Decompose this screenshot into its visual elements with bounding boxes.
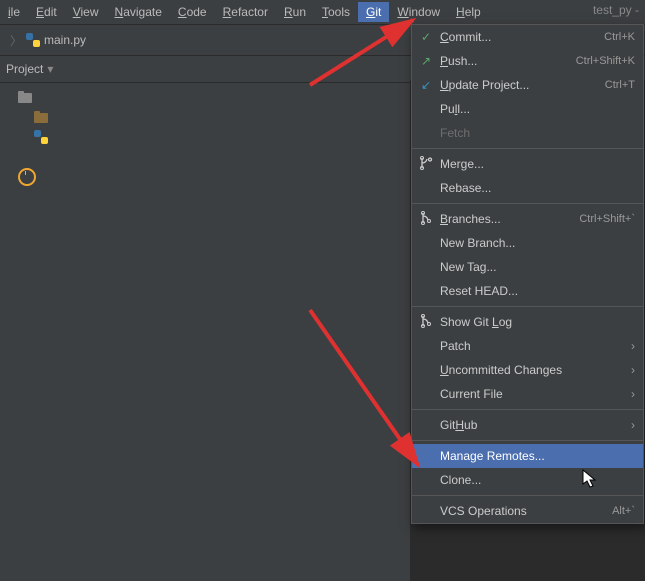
- git-menu-commit[interactable]: ✓ Commit... Ctrl+K: [412, 25, 643, 49]
- git-menu-clone[interactable]: Clone...: [412, 468, 643, 492]
- folder-icon: [34, 111, 48, 123]
- menu-view[interactable]: View: [65, 2, 107, 22]
- menu-shortcut: Alt+`: [612, 505, 635, 517]
- git-menu-rebase[interactable]: Rebase...: [412, 176, 643, 200]
- python-file-icon: [34, 130, 48, 144]
- python-file-icon: [26, 33, 40, 47]
- git-menu-branches[interactable]: Branches... Ctrl+Shift+`: [412, 207, 643, 231]
- menu-item-label: New Tag...: [440, 260, 496, 274]
- menu-edit[interactable]: Edit: [28, 2, 65, 22]
- menu-item-label: Rebase...: [440, 181, 491, 195]
- menu-item-label: Show Git Log: [440, 315, 512, 329]
- menu-item-label: GitHub: [440, 418, 477, 432]
- menu-item-label: Update Project...: [440, 78, 529, 92]
- git-menu-patch[interactable]: Patch ›: [412, 334, 643, 358]
- push-icon: ↗: [418, 54, 434, 68]
- project-tool-title: Project: [6, 62, 43, 76]
- menu-git[interactable]: Git: [358, 2, 389, 22]
- git-menu-push[interactable]: ↗ Push... Ctrl+Shift+K: [412, 49, 643, 73]
- menu-item-label: Pull...: [440, 102, 470, 116]
- menu-refactor[interactable]: Refactor: [215, 2, 276, 22]
- scratches-icon: [18, 168, 36, 186]
- branch-icon: [418, 314, 434, 331]
- git-menu-show-git-log[interactable]: Show Git Log: [412, 310, 643, 334]
- folder-icon: [18, 91, 32, 103]
- menu-ile[interactable]: ile: [0, 2, 28, 22]
- menu-item-label: Merge...: [440, 157, 484, 171]
- menu-separator: [412, 440, 643, 441]
- menu-separator: [412, 203, 643, 204]
- window-title: test_py -: [593, 3, 639, 17]
- menu-item-label: Patch: [440, 339, 471, 353]
- submenu-arrow-icon: ›: [631, 339, 635, 353]
- menu-item-label: Push...: [440, 54, 477, 68]
- menu-shortcut: Ctrl+T: [605, 79, 635, 91]
- dropdown-icon[interactable]: ▾: [47, 62, 53, 76]
- commit-icon: ✓: [418, 30, 434, 44]
- git-menu-new-tag[interactable]: New Tag...: [412, 255, 643, 279]
- breadcrumb-file[interactable]: main.py: [44, 33, 86, 47]
- menu-separator: [412, 495, 643, 496]
- menu-help[interactable]: Help: [448, 2, 489, 22]
- menu-item-label: VCS Operations: [440, 504, 527, 518]
- git-menu-current-file[interactable]: Current File ›: [412, 382, 643, 406]
- menu-navigate[interactable]: Navigate: [107, 2, 170, 22]
- menu-item-label: New Branch...: [440, 236, 515, 250]
- git-menu-manage-remotes[interactable]: Manage Remotes...: [412, 444, 643, 468]
- menu-tools[interactable]: Tools: [314, 2, 358, 22]
- submenu-arrow-icon: ›: [631, 387, 635, 401]
- git-menu-github[interactable]: GitHub ›: [412, 413, 643, 437]
- branch-icon: [418, 211, 434, 228]
- update-icon: ↙: [418, 78, 434, 92]
- git-menu-pull[interactable]: Pull...: [412, 97, 643, 121]
- menu-shortcut: Ctrl+Shift+`: [579, 213, 635, 225]
- menu-separator: [412, 148, 643, 149]
- git-menu-update-project[interactable]: ↙ Update Project... Ctrl+T: [412, 73, 643, 97]
- git-menu-fetch: Fetch: [412, 121, 643, 145]
- submenu-arrow-icon: ›: [631, 363, 635, 377]
- git-menu-reset-head[interactable]: Reset HEAD...: [412, 279, 643, 303]
- menu-item-label: Current File: [440, 387, 503, 401]
- menu-shortcut: Ctrl+Shift+K: [576, 55, 635, 67]
- git-menu-popup: ✓ Commit... Ctrl+K ↗ Push... Ctrl+Shift+K ↙ Upd…: [411, 24, 644, 524]
- merge-icon: [418, 156, 434, 173]
- menu-bar: ileEditViewNavigateCodeRefactorRunToolsG…: [0, 0, 645, 25]
- menu-run[interactable]: Run: [276, 2, 314, 22]
- git-menu-vcs-operations[interactable]: VCS Operations Alt+`: [412, 499, 643, 523]
- menu-item-label: Uncommitted Changes: [440, 363, 562, 377]
- menu-item-label: Manage Remotes...: [440, 449, 545, 463]
- menu-code[interactable]: Code: [170, 2, 215, 22]
- breadcrumb-sep-icon: 〉: [10, 32, 22, 49]
- git-menu-new-branch[interactable]: New Branch...: [412, 231, 643, 255]
- menu-item-label: Reset HEAD...: [440, 284, 518, 298]
- git-menu-merge[interactable]: Merge...: [412, 152, 643, 176]
- menu-item-label: Clone...: [440, 473, 481, 487]
- menu-item-label: Branches...: [440, 212, 501, 226]
- menu-item-label: Fetch: [440, 126, 470, 140]
- project-panel-bg: [0, 80, 410, 581]
- menu-shortcut: Ctrl+K: [604, 31, 635, 43]
- submenu-arrow-icon: ›: [631, 418, 635, 432]
- git-menu-uncommitted-changes[interactable]: Uncommitted Changes ›: [412, 358, 643, 382]
- menu-item-label: Commit...: [440, 30, 491, 44]
- menu-separator: [412, 306, 643, 307]
- menu-window[interactable]: Window: [389, 2, 448, 22]
- menu-separator: [412, 409, 643, 410]
